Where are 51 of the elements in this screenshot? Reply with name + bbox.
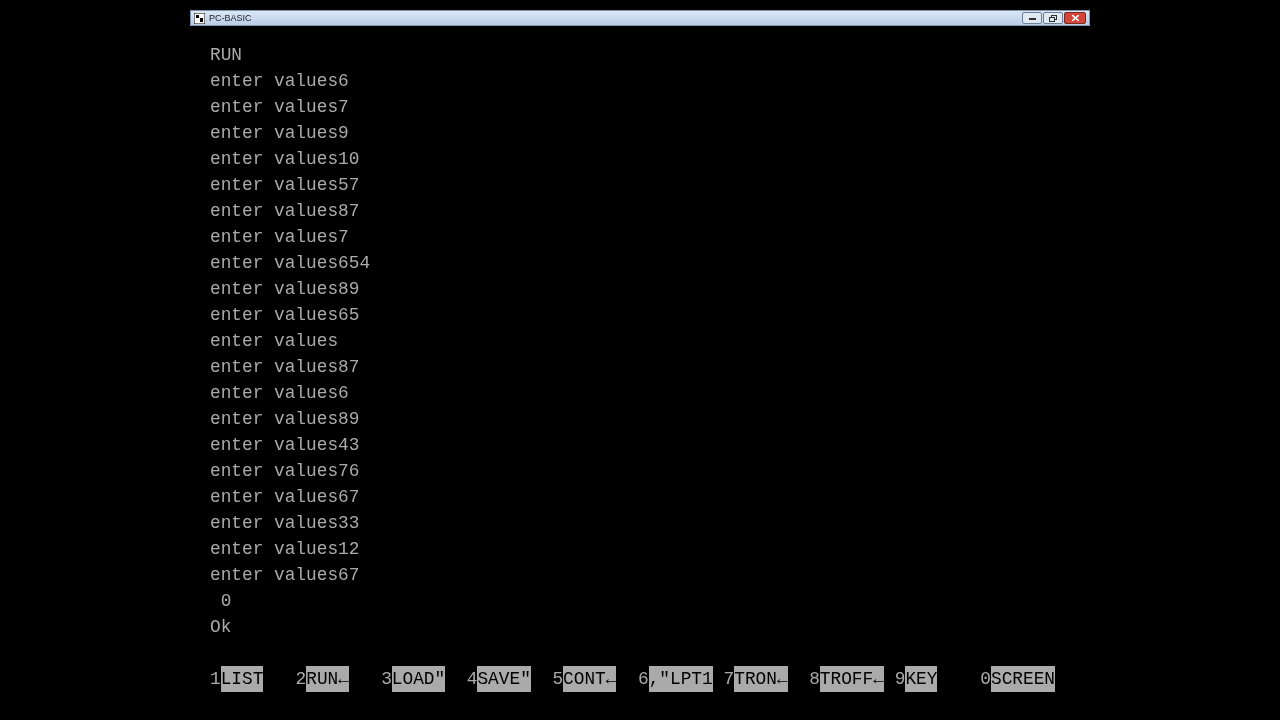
console-line: enter values6 bbox=[210, 382, 349, 405]
console-line: enter values7 bbox=[210, 226, 349, 249]
function-key-number: 7 bbox=[723, 668, 735, 691]
console-line: enter values10 bbox=[210, 148, 360, 171]
function-key-number: 0 bbox=[980, 668, 991, 691]
console-line: enter values67 bbox=[210, 564, 360, 587]
function-key-label[interactable]: TROFF← bbox=[819, 666, 884, 692]
function-key-number: 9 bbox=[894, 668, 906, 691]
minimize-button[interactable] bbox=[1022, 12, 1042, 24]
console-line: RUN bbox=[210, 44, 242, 67]
window-title: PC-BASIC bbox=[209, 13, 252, 23]
function-key-number: 5 bbox=[552, 668, 564, 691]
function-key-label[interactable]: CONT← bbox=[563, 666, 617, 692]
app-icon bbox=[194, 12, 205, 24]
function-key-label[interactable]: RUN← bbox=[306, 666, 349, 692]
console-line: enter values67 bbox=[210, 486, 360, 509]
console-line: enter values57 bbox=[210, 174, 360, 197]
console-line: enter values bbox=[210, 330, 339, 353]
function-key-label[interactable]: SAVE" bbox=[477, 666, 531, 692]
console-line: enter values12 bbox=[210, 538, 360, 561]
restore-button[interactable] bbox=[1043, 12, 1063, 24]
console-line: enter values87 bbox=[210, 356, 360, 379]
close-button[interactable] bbox=[1064, 12, 1086, 24]
function-key-number: 2 bbox=[295, 668, 307, 691]
function-key-label[interactable]: KEY bbox=[905, 666, 938, 692]
console-line: enter values43 bbox=[210, 434, 360, 457]
function-key-label[interactable]: SCREEN bbox=[991, 666, 1056, 692]
console-line: enter values7 bbox=[210, 96, 349, 119]
console-line: enter values76 bbox=[210, 460, 360, 483]
console-line: enter values9 bbox=[210, 122, 349, 145]
console-line: enter values87 bbox=[210, 200, 360, 223]
function-key-number: 4 bbox=[466, 668, 478, 691]
function-key-number: 6 bbox=[637, 668, 649, 691]
function-key-label[interactable]: TRON← bbox=[734, 666, 788, 692]
function-key-number: 1 bbox=[210, 668, 221, 691]
console-line: enter values89 bbox=[210, 408, 360, 431]
function-key-number: 3 bbox=[381, 668, 392, 691]
function-key-label[interactable]: LIST bbox=[220, 666, 264, 692]
console-line: enter values6 bbox=[210, 70, 349, 93]
close-icon bbox=[1071, 15, 1079, 21]
console-line: 0 bbox=[219, 590, 232, 613]
function-key-number: 8 bbox=[809, 668, 820, 691]
restore-icon bbox=[1049, 14, 1057, 22]
console-line: Ok bbox=[210, 616, 232, 639]
console-line: enter values65 bbox=[210, 304, 360, 327]
console-line: enter values89 bbox=[210, 278, 360, 301]
function-key-label[interactable]: LOAD" bbox=[391, 666, 446, 692]
console-line: enter values654 bbox=[210, 252, 371, 275]
function-key-label[interactable]: ,"LPT1 bbox=[648, 666, 713, 692]
console-line: enter values33 bbox=[210, 512, 360, 535]
minimize-icon bbox=[1028, 16, 1036, 20]
